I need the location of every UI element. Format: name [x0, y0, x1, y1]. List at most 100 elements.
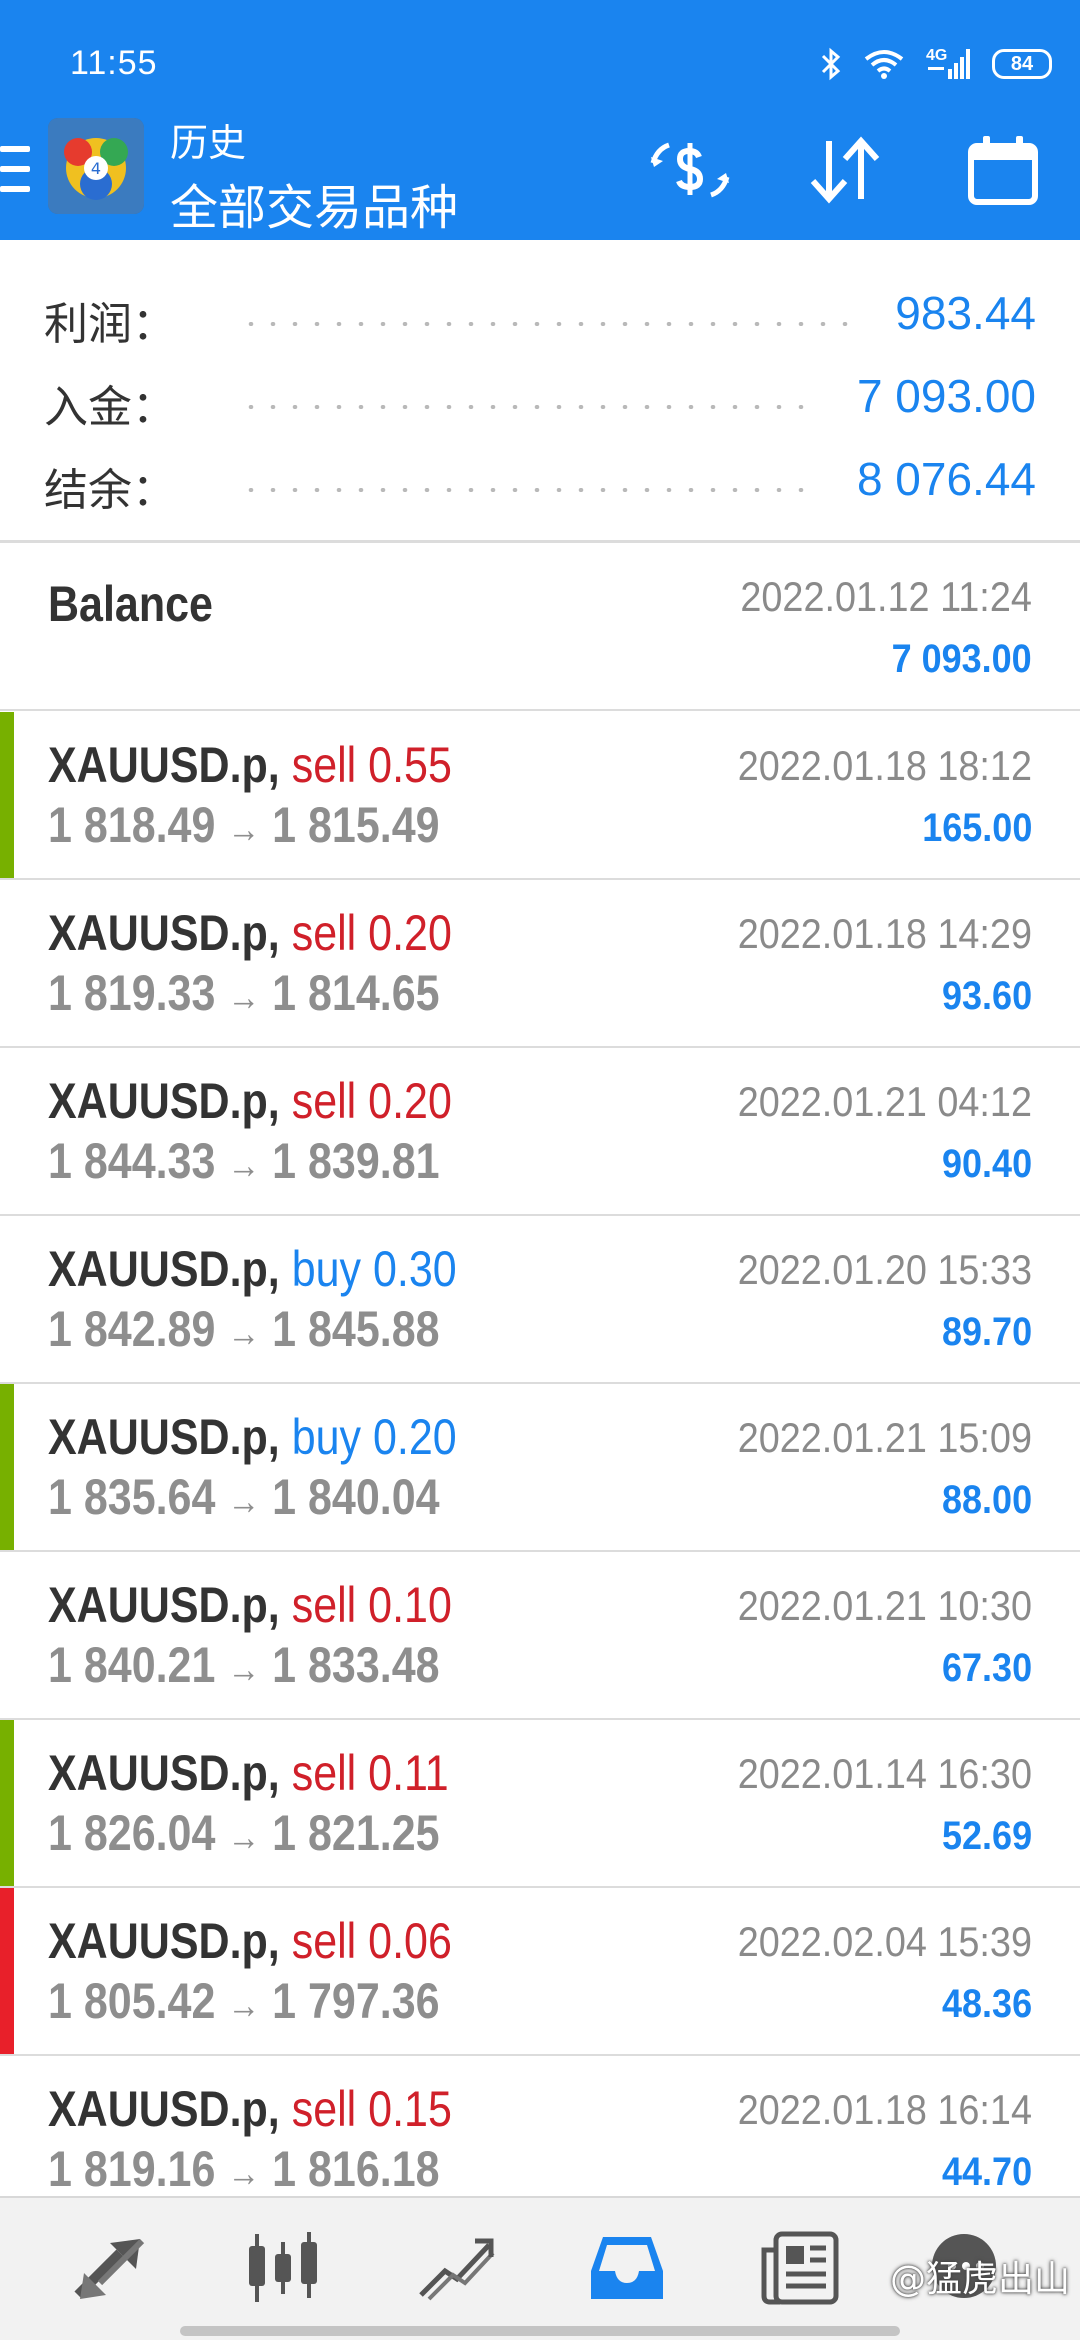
dotted-leader — [240, 322, 860, 326]
trade-row[interactable]: XAUUSD.p, sell 0.20 1 819.33 → 1 814.65 2022… — [0, 880, 1080, 1048]
arrow-icon: → — [227, 1649, 261, 1691]
trade-prices: 1 826.04 → 1 821.25 — [48, 1804, 440, 1862]
trade-type: sell 0.10 — [291, 1577, 452, 1633]
trade-title: XAUUSD.p, sell 0.11 — [48, 1744, 449, 1802]
trade-title: XAUUSD.p, sell 0.10 — [48, 1576, 452, 1634]
sort-button[interactable] — [800, 130, 890, 210]
trade-profit: 52.69 — [941, 1814, 1032, 1858]
trade-prices: 1 840.21 → 1 833.48 — [48, 1636, 440, 1694]
divider — [0, 709, 1080, 711]
trade-symbol: XAUUSD.p, — [48, 2081, 280, 2137]
trade-symbol: XAUUSD.p, — [48, 905, 280, 961]
trade-lines-icon — [419, 2238, 495, 2301]
trade-row[interactable]: XAUUSD.p, sell 0.10 1 840.21 → 1 833.48 2022… — [0, 1552, 1080, 1720]
balance-row[interactable]: Balance 2022.01.12 11:24 7 093.00 — [0, 543, 1080, 711]
open-price: 1 819.33 — [48, 965, 216, 1021]
arrow-icon: → — [227, 2153, 261, 2195]
svg-text:4: 4 — [91, 159, 101, 178]
trade-title: XAUUSD.p, buy 0.20 — [48, 1408, 457, 1466]
open-price: 1 835.64 — [48, 1469, 216, 1525]
menu-icon[interactable] — [0, 146, 30, 192]
trade-symbol: XAUUSD.p, — [48, 737, 280, 793]
trade-time: 2022.01.21 15:09 — [737, 1414, 1032, 1461]
trade-row[interactable]: XAUUSD.p, sell 0.55 1 818.49 → 1 815.49 2022… — [0, 712, 1080, 880]
wifi-icon — [864, 50, 904, 79]
summary-balance-row: 结余： 8 076.44 — [0, 444, 1080, 516]
trade-title: XAUUSD.p, sell 0.55 — [48, 736, 452, 794]
close-price: 1 816.18 — [272, 2141, 440, 2197]
trade-row[interactable]: XAUUSD.p, sell 0.06 1 805.42 → 1 797.36 2022… — [0, 1888, 1080, 2056]
signal-icon: 4G — [926, 47, 970, 81]
trade-prices: 1 819.33 → 1 814.65 — [48, 964, 440, 1022]
nav-quotes[interactable] — [55, 2218, 165, 2318]
trade-prices: 1 835.64 → 1 840.04 — [48, 1468, 440, 1526]
trade-prices: 1 805.42 → 1 797.36 — [48, 1972, 440, 2030]
trade-symbol: XAUUSD.p, — [48, 1745, 280, 1801]
trade-type: sell 0.06 — [291, 1913, 452, 1969]
summary-value: 8 076.44 — [856, 453, 1036, 505]
sort-icon — [810, 136, 880, 204]
summary-label: 利润： — [44, 299, 176, 350]
trade-title: XAUUSD.p, sell 0.20 — [48, 904, 452, 962]
nav-trade[interactable] — [400, 2218, 510, 2318]
close-price: 1 814.65 — [272, 965, 440, 1021]
summary-profit-row: 利润： 983.44 — [0, 278, 1080, 350]
nav-history[interactable] — [572, 2218, 682, 2318]
trade-profit: 93.60 — [941, 974, 1032, 1018]
open-price: 1 844.33 — [48, 1133, 216, 1189]
trade-profit: 89.70 — [941, 1310, 1032, 1354]
trade-profit: 67.30 — [941, 1646, 1032, 1690]
deposit-filter-button[interactable] — [645, 130, 735, 210]
trade-row[interactable]: XAUUSD.p, sell 0.20 1 844.33 → 1 839.81 2022… — [0, 1048, 1080, 1216]
close-price: 1 815.49 — [272, 797, 440, 853]
dotted-leader — [240, 405, 820, 409]
trade-prices: 1 844.33 → 1 839.81 — [48, 1132, 440, 1190]
gesture-handle[interactable] — [180, 2326, 900, 2336]
trade-profit: 88.00 — [941, 1478, 1032, 1522]
trade-type: sell 0.15 — [291, 2081, 452, 2137]
history-summary: 利润： 983.44 入金： 7 093.00 结余： 8 076.44 — [0, 240, 1080, 540]
trade-row[interactable]: XAUUSD.p, buy 0.30 1 842.89 → 1 845.88 2022.… — [0, 1216, 1080, 1384]
trade-row[interactable]: XAUUSD.p, sell 0.11 1 826.04 → 1 821.25 2022… — [0, 1720, 1080, 1888]
trade-type: sell 0.20 — [291, 1073, 452, 1129]
arrow-icon: → — [227, 1313, 261, 1355]
trade-symbol: XAUUSD.p, — [48, 1241, 280, 1297]
calendar-button[interactable] — [958, 130, 1048, 210]
trade-title: XAUUSD.p, sell 0.20 — [48, 1072, 452, 1130]
summary-label: 结余： — [44, 465, 176, 516]
candlestick-chart-icon — [249, 2232, 317, 2302]
arrow-icon: → — [227, 1817, 261, 1859]
open-price: 1 805.42 — [48, 1973, 216, 2029]
trade-status-bar — [0, 1384, 14, 1550]
trade-status-bar — [0, 712, 14, 878]
trade-status-bar — [0, 1720, 14, 1886]
open-price: 1 818.49 — [48, 797, 216, 853]
trade-row[interactable]: XAUUSD.p, buy 0.20 1 835.64 → 1 840.04 2022.… — [0, 1384, 1080, 1552]
summary-label: 入金： — [44, 382, 176, 433]
close-price: 1 833.48 — [272, 1637, 440, 1693]
trade-time: 2022.01.18 14:29 — [737, 910, 1032, 957]
open-price: 1 826.04 — [48, 1805, 216, 1861]
arrow-icon: → — [227, 977, 261, 1019]
nav-news[interactable] — [745, 2218, 855, 2318]
trade-type: sell 0.11 — [291, 1745, 449, 1801]
balance-amount: 7 093.00 — [891, 637, 1032, 681]
currency-exchange-icon — [650, 142, 730, 198]
quotes-arrows-icon — [74, 2238, 145, 2299]
app-logo: 4 — [48, 118, 144, 214]
nav-chart[interactable] — [228, 2218, 338, 2318]
trade-prices: 1 818.49 → 1 815.49 — [48, 796, 440, 854]
open-price: 1 819.16 — [48, 2141, 216, 2197]
close-price: 1 839.81 — [272, 1133, 440, 1189]
status-time: 11:55 — [70, 44, 158, 82]
symbol-filter-title[interactable]: 全部交易品种 — [170, 168, 458, 238]
status-icons: 4G 84 — [820, 44, 1052, 84]
trade-time: 2022.01.14 16:30 — [737, 1750, 1032, 1797]
trade-symbol: XAUUSD.p, — [48, 1073, 280, 1129]
trade-type: buy 0.20 — [291, 1409, 457, 1465]
trade-symbol: XAUUSD.p, — [48, 1913, 280, 1969]
battery-icon: 84 — [992, 49, 1052, 79]
arrow-icon: → — [227, 1145, 261, 1187]
trade-profit: 90.40 — [941, 1142, 1032, 1186]
trade-time: 2022.02.04 15:39 — [737, 1918, 1032, 1965]
